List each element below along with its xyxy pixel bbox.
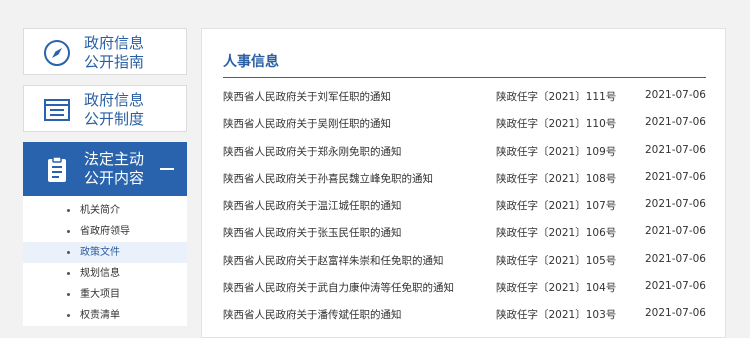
compass-icon — [44, 40, 70, 66]
submenu-item-planning-info[interactable]: 规划信息 — [23, 263, 187, 284]
document-number: 陕政任字〔2021〕107号 — [496, 200, 617, 213]
notice-title-link[interactable]: 陕西省人民政府关于温江城任职的通知 — [223, 198, 402, 213]
submenu-item-responsibility-list[interactable]: 权责清单 — [23, 305, 187, 326]
notice-title-link[interactable]: 陕西省人民政府关于武自力康仲涛等任免职的通知 — [223, 280, 454, 295]
publish-date: 2021-07-06 — [644, 225, 706, 238]
sidebar: 政府信息 公开指南 政府信息 公开制度 法定主动 公开内容 机关简介 省政府领导… — [23, 28, 187, 326]
list-item: 陕西省人民政府关于吴刚任职的通知 陕政任字〔2021〕110号 2021-07-06 — [223, 116, 706, 143]
list-item: 陕西省人民政府关于张玉民任职的通知 陕政任字〔2021〕106号 2021-07-0… — [223, 225, 706, 252]
publish-date: 2021-07-06 — [644, 89, 706, 101]
notice-title-link[interactable]: 陕西省人民政府关于郑永刚免职的通知 — [223, 144, 402, 159]
bullet-icon — [67, 293, 70, 296]
list-item: 陕西省人民政府关于潘传斌任职的通知 陕政任字〔2021〕103号 2021-07-0… — [223, 307, 706, 334]
nav-card-label: 政府信息 公开制度 — [84, 91, 145, 128]
document-list-icon — [44, 99, 70, 121]
bullet-icon — [67, 251, 70, 254]
list-item: 陕西省人民政府关于武自力康仲涛等任免职的通知 陕政任字〔2021〕104号 2021… — [223, 280, 706, 307]
submenu-item-provincial-leaders[interactable]: 省政府领导 — [23, 221, 187, 242]
document-number: 陕政任字〔2021〕109号 — [496, 145, 617, 158]
publish-date: 2021-07-06 — [644, 280, 706, 293]
publish-date: 2021-07-06 — [644, 143, 706, 156]
list-item: 陕西省人民政府关于赵富祥朱崇和任免职的通知 陕政任字〔2021〕105号 2021-… — [223, 253, 706, 280]
document-number: 陕政任字〔2021〕104号 — [496, 282, 617, 295]
notice-list: 陕西省人民政府关于刘军任职的通知 陕政任字〔2021〕111号 2021-07-06… — [223, 89, 706, 335]
document-number: 陕政任字〔2021〕103号 — [496, 309, 617, 322]
notice-title-link[interactable]: 陕西省人民政府关于赵富祥朱崇和任免职的通知 — [223, 253, 444, 268]
nav-card-disclosure-system[interactable]: 政府信息 公开制度 — [23, 85, 187, 132]
document-number: 陕政任字〔2021〕108号 — [496, 172, 617, 185]
publish-date: 2021-07-06 — [644, 307, 706, 320]
list-item: 陕西省人民政府关于温江城任职的通知 陕政任字〔2021〕107号 2021-07-0… — [223, 198, 706, 225]
notice-title-link[interactable]: 陕西省人民政府关于孙喜民魏立峰免职的通知 — [223, 171, 433, 186]
section-title: 人事信息 — [223, 54, 279, 70]
document-number: 陕政任字〔2021〕111号 — [496, 91, 617, 103]
notice-title-link[interactable]: 陕西省人民政府关于吴刚任职的通知 — [223, 116, 391, 131]
document-number: 陕政任字〔2021〕105号 — [496, 254, 617, 267]
list-item: 陕西省人民政府关于刘军任职的通知 陕政任字〔2021〕111号 2021-07-06 — [223, 89, 706, 116]
submenu-item-policy-documents[interactable]: 政策文件 — [23, 242, 187, 263]
nav-card-label: 法定主动 公开内容 — [84, 150, 145, 187]
notice-title-link[interactable]: 陕西省人民政府关于张玉民任职的通知 — [223, 225, 402, 240]
publish-date: 2021-07-06 — [644, 116, 706, 129]
bullet-icon — [67, 209, 70, 212]
bullet-icon — [67, 314, 70, 317]
list-item: 陕西省人民政府关于郑永刚免职的通知 陕政任字〔2021〕109号 2021-07-0… — [223, 144, 706, 171]
bullet-icon — [67, 230, 70, 233]
content-panel: 人事信息 陕西省人民政府关于刘军任职的通知 陕政任字〔2021〕111号 2021-… — [201, 28, 726, 338]
submenu-item-agency-intro[interactable]: 机关简介 — [23, 200, 187, 221]
notice-title-link[interactable]: 陕西省人民政府关于潘传斌任职的通知 — [223, 307, 402, 322]
list-item: 陕西省人民政府关于孙喜民魏立峰免职的通知 陕政任字〔2021〕108号 2021-0… — [223, 171, 706, 198]
document-number: 陕政任字〔2021〕106号 — [496, 227, 617, 240]
title-divider — [223, 77, 706, 78]
bullet-icon — [67, 272, 70, 275]
publish-date: 2021-07-06 — [644, 198, 706, 211]
nav-card-disclosure-guide[interactable]: 政府信息 公开指南 — [23, 28, 187, 75]
clipboard-icon — [48, 156, 66, 182]
nav-card-label: 政府信息 公开指南 — [84, 34, 145, 71]
publish-date: 2021-07-06 — [644, 252, 706, 265]
nav-card-statutory-content[interactable]: 法定主动 公开内容 — [23, 142, 187, 196]
document-number: 陕政任字〔2021〕110号 — [496, 118, 617, 131]
submenu: 机关简介 省政府领导 政策文件 规划信息 重大项目 权责清单 — [23, 196, 187, 326]
submenu-item-major-projects[interactable]: 重大项目 — [23, 284, 187, 305]
publish-date: 2021-07-06 — [644, 170, 706, 183]
collapse-icon[interactable] — [160, 162, 174, 176]
notice-title-link[interactable]: 陕西省人民政府关于刘军任职的通知 — [223, 89, 391, 104]
